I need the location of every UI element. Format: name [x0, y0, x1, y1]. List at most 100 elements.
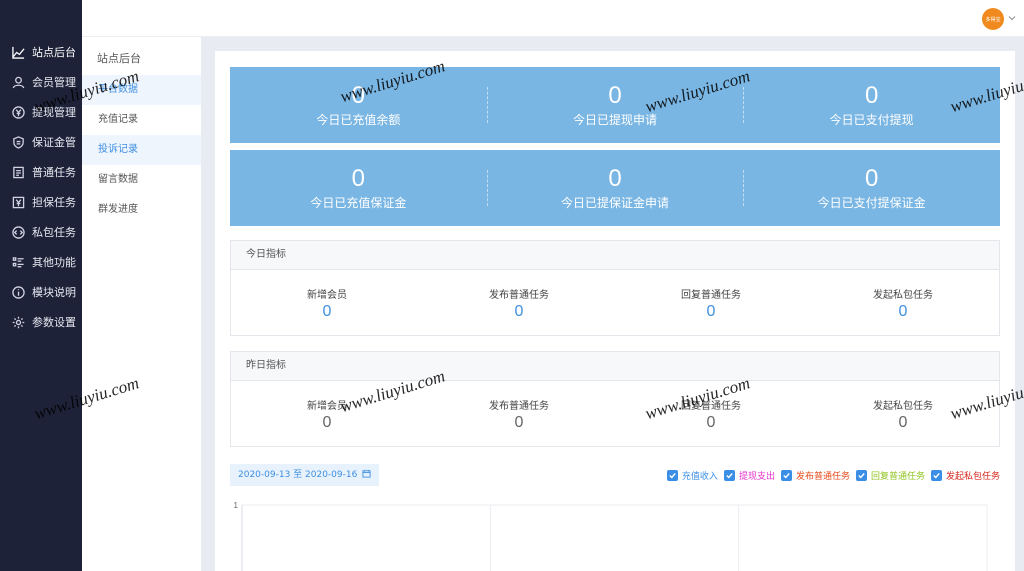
stat-value: 0 — [351, 164, 366, 192]
nav-item-7[interactable]: 其他功能 — [0, 247, 82, 277]
panel-title: 今日指标 — [231, 241, 999, 270]
stat-label: 今日已支付提现 — [829, 112, 914, 127]
legend-label: 回复普通任务 — [870, 472, 925, 482]
metric-value: 0 — [898, 303, 908, 320]
subnav-item-recharge-records[interactable]: 充值记录 — [82, 105, 201, 135]
metric-value: 0 — [514, 303, 524, 320]
metric-label: 回复普通任务 — [681, 290, 741, 301]
today-metrics-panel: 今日指标 新增会员 0 发布普通任务 0 回复普通任务 0 发起私包任务 0 — [230, 240, 1000, 336]
metric-value: 0 — [322, 414, 332, 431]
chevron-down-icon[interactable] — [1007, 13, 1017, 23]
calendar-icon — [362, 469, 371, 478]
user-icon — [11, 75, 25, 89]
legend-item-1[interactable]: 提现支出 — [723, 469, 775, 482]
subnav-item-platform-data[interactable]: 平台数据 — [82, 75, 201, 105]
nav-item-5[interactable]: 担保任务 — [0, 187, 82, 217]
stat-label: 今日已支付提保证金 — [817, 195, 926, 210]
legend-label: 充值收入 — [681, 472, 718, 482]
nav-item-0[interactable]: 站点后台 — [0, 37, 82, 67]
metric-private-tasks: 发起私包任务 0 — [807, 381, 999, 447]
checkbox-checked-icon[interactable] — [780, 470, 792, 481]
nav-item-label: 会员管理 — [32, 76, 76, 89]
metric-value: 0 — [706, 414, 716, 431]
metric-value: 0 — [514, 414, 524, 431]
main-area: 0 今日已充值余额 0 今日已提现申请 0 今日已支付提现 0 今日已充值保证金… — [201, 37, 1024, 571]
nav-item-8[interactable]: 模块说明 — [0, 277, 82, 307]
metric-value: 0 — [706, 303, 716, 320]
main-sidebar: 站点后台会员管理提现管理保证金管普通任务担保任务私包任务其他功能模块说明参数设置 — [0, 0, 82, 571]
checkbox-checked-icon[interactable] — [855, 470, 867, 481]
stat-deposit-apply: 0 今日已提保证金申请 — [486, 150, 744, 226]
stat-deposit-paid: 0 今日已支付提保证金 — [743, 150, 1000, 226]
y-tick-label: 1 — [234, 501, 239, 510]
stat-label: 今日已充值余额 — [316, 112, 401, 127]
checkbox-checked-icon[interactable] — [666, 470, 678, 481]
dashboard-card: 0 今日已充值余额 0 今日已提现申请 0 今日已支付提现 0 今日已充值保证金… — [215, 51, 1015, 571]
legend-label: 提现支出 — [738, 472, 775, 482]
metric-label: 发布普通任务 — [489, 290, 549, 301]
nav-item-6[interactable]: 私包任务 — [0, 217, 82, 247]
nav-item-label: 模块说明 — [32, 286, 76, 299]
avatar[interactable]: 多得宝 — [982, 8, 1004, 30]
date-range-text: 2020-09-13 至 2020-09-16 — [238, 470, 358, 480]
metric-label: 发起私包任务 — [873, 290, 933, 301]
nav-item-label: 参数设置 — [32, 316, 76, 329]
legend-label: 发起私包任务 — [945, 472, 1000, 482]
nav-item-label: 担保任务 — [32, 196, 76, 209]
top-header: 多得宝 — [82, 0, 1024, 37]
checkbox-checked-icon[interactable] — [723, 470, 735, 481]
nav-item-label: 私包任务 — [32, 226, 76, 239]
chart-legend: 充值收入 提现支出 发布普通任务 回复普通任务 发起私包任务 — [666, 469, 1000, 482]
trend-chart: 1 — [234, 501, 988, 571]
yen-box-icon — [11, 195, 25, 209]
subnav-item-broadcast-progress[interactable]: 群发进度 — [82, 195, 201, 225]
list-icon — [11, 255, 25, 269]
nav-item-9[interactable]: 参数设置 — [0, 307, 82, 337]
stat-value: 0 — [608, 81, 622, 109]
panel-title: 昨日指标 — [231, 352, 999, 381]
nav-item-4[interactable]: 普通任务 — [0, 157, 82, 187]
subnav-item-message-data[interactable]: 留言数据 — [82, 165, 201, 195]
avatar-label: 多得宝 — [985, 16, 1001, 23]
legend-label: 发布普通任务 — [795, 472, 850, 482]
metric-label: 新增会员 — [307, 290, 347, 301]
stat-row-deposit: 0 今日已充值保证金 0 今日已提保证金申请 0 今日已支付提保证金 — [230, 150, 1000, 226]
stat-recharge-balance: 0 今日已充值余额 — [230, 67, 487, 143]
checkbox-checked-icon[interactable] — [930, 470, 942, 481]
gear-icon — [11, 315, 25, 329]
metric-label: 新增会员 — [307, 401, 347, 412]
legend-item-0[interactable]: 充值收入 — [666, 469, 718, 482]
date-range-picker[interactable]: 2020-09-13 至 2020-09-16 — [230, 464, 380, 486]
logo-area — [0, 0, 82, 37]
subnav-item-complaint-records[interactable]: 投诉记录 — [82, 135, 201, 165]
metric-label: 回复普通任务 — [681, 401, 741, 412]
metric-publish-tasks: 发布普通任务 0 — [423, 381, 615, 447]
legend-item-4[interactable]: 发起私包任务 — [930, 469, 1000, 482]
nav-item-3[interactable]: 保证金管 — [0, 127, 82, 157]
nav-item-1[interactable]: 会员管理 — [0, 67, 82, 97]
metric-value: 0 — [322, 303, 332, 320]
nav-item-2[interactable]: 提现管理 — [0, 97, 82, 127]
stat-value: 0 — [865, 81, 879, 109]
legend-item-3[interactable]: 回复普通任务 — [855, 469, 925, 482]
nav-item-label: 保证金管 — [32, 136, 76, 149]
yesterday-metrics-panel: 昨日指标 新增会员 0 发布普通任务 0 回复普通任务 0 发起私包任务 0 — [230, 351, 1000, 447]
stat-withdraw-apply: 0 今日已提现申请 — [486, 67, 744, 143]
stat-row-balance: 0 今日已充值余额 0 今日已提现申请 0 今日已支付提现 — [230, 67, 1000, 143]
stat-value: 0 — [865, 164, 879, 192]
stat-label: 今日已充值保证金 — [310, 195, 407, 210]
secondary-sidebar-title: 站点后台 — [97, 52, 141, 65]
metric-new-members: 新增会员 0 — [231, 270, 423, 336]
code-circle-icon — [11, 225, 25, 239]
stat-label: 今日已提现申请 — [573, 112, 658, 127]
nav-item-label: 站点后台 — [32, 46, 76, 59]
legend-item-2[interactable]: 发布普通任务 — [780, 469, 850, 482]
nav-item-label: 普通任务 — [32, 166, 76, 179]
stat-value: 0 — [608, 164, 622, 192]
metric-reply-tasks: 回复普通任务 0 — [615, 270, 807, 336]
info-icon — [11, 285, 25, 299]
secondary-sidebar: 站点后台 平台数据 充值记录 投诉记录 留言数据 群发进度 — [82, 37, 201, 571]
metric-label: 发布普通任务 — [489, 401, 549, 412]
chart-line-icon — [11, 45, 25, 59]
nav-item-label: 其他功能 — [32, 256, 76, 269]
